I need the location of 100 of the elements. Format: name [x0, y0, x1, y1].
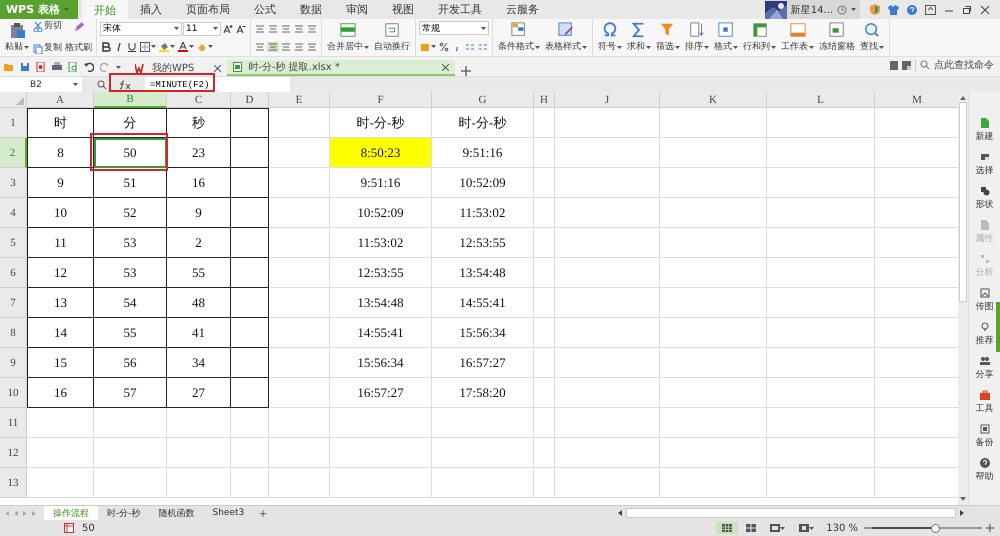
- table-cell[interactable]: [231, 258, 269, 288]
- rows-columns-button[interactable]: 行和列: [741, 21, 778, 54]
- distribute-icon[interactable]: [306, 42, 318, 52]
- menu-tab[interactable]: 数据: [288, 0, 334, 19]
- sort-button[interactable]: 排序: [683, 21, 711, 54]
- borders-icon[interactable]: [139, 42, 157, 52]
- side-panel-button[interactable]: 工具: [976, 390, 994, 415]
- table-cell[interactable]: 16:57:27: [330, 378, 432, 408]
- vertical-scrollbar[interactable]: [958, 92, 968, 505]
- formula-field[interactable]: =MINUTE(F2): [145, 77, 290, 92]
- table-cell[interactable]: 9: [167, 198, 231, 228]
- increase-decimal-icon[interactable]: [464, 42, 476, 52]
- table-cell[interactable]: 9: [27, 168, 94, 198]
- redo-icon[interactable]: [100, 62, 110, 72]
- table-cell[interactable]: [231, 318, 269, 348]
- table-cell[interactable]: 10:52:09: [330, 198, 432, 228]
- scroll-up-icon[interactable]: [960, 96, 966, 100]
- row-header[interactable]: 5: [0, 228, 27, 258]
- zoom-in-icon[interactable]: [986, 524, 994, 532]
- side-panel-button[interactable]: 分享: [976, 356, 994, 381]
- table-cell[interactable]: 54: [94, 288, 167, 318]
- save-icon[interactable]: [20, 62, 30, 72]
- currency-icon[interactable]: [419, 42, 437, 52]
- table-cell[interactable]: 15:56:34: [330, 348, 432, 378]
- table-brush-button[interactable]: 表格样式: [543, 21, 589, 54]
- sheet-tab[interactable]: Sheet3: [204, 506, 254, 520]
- format-painter-button[interactable]: 格式刷: [64, 43, 93, 54]
- table-cell[interactable]: 53: [94, 258, 167, 288]
- menu-tab[interactable]: 开发工具: [426, 0, 494, 19]
- row-header[interactable]: 8: [0, 318, 27, 348]
- fill-color-icon[interactable]: [158, 42, 176, 52]
- table-cell[interactable]: 分: [94, 108, 167, 138]
- chart-small-icon[interactable]: [902, 60, 911, 70]
- side-panel-button[interactable]: 新建: [976, 118, 994, 143]
- side-panel-button[interactable]: 推荐: [976, 322, 994, 347]
- table-cell[interactable]: 时-分-秒: [432, 108, 534, 138]
- side-panel-button[interactable]: 帮助: [976, 458, 994, 483]
- table-cell[interactable]: 时: [27, 108, 94, 138]
- row-header[interactable]: 4: [0, 198, 27, 228]
- menu-tab[interactable]: 云服务: [494, 0, 551, 19]
- add-sheet-button[interactable]: +: [253, 506, 273, 520]
- menu-tab[interactable]: 审阅: [334, 0, 380, 19]
- table-cell[interactable]: 11:53:02: [330, 228, 432, 258]
- table-cell[interactable]: 41: [167, 318, 231, 348]
- side-panel-button[interactable]: 形状: [976, 186, 994, 211]
- print-icon[interactable]: [52, 62, 62, 72]
- clear-format-icon[interactable]: [196, 42, 214, 52]
- document-icon[interactable]: [890, 60, 898, 70]
- table-cell[interactable]: 8: [27, 138, 94, 168]
- cut-button[interactable]: 剪切: [32, 21, 63, 32]
- magnifier-button[interactable]: 查找: [858, 21, 886, 54]
- table-cell[interactable]: 12:53:55: [330, 258, 432, 288]
- table-cell[interactable]: 55: [167, 258, 231, 288]
- decrease-decimal-icon[interactable]: [477, 42, 489, 52]
- table-cell[interactable]: 14:55:41: [432, 288, 534, 318]
- side-panel-button[interactable]: 选择: [976, 152, 994, 177]
- table-cell[interactable]: 51: [94, 168, 167, 198]
- table-cell[interactable]: 15:56:34: [432, 318, 534, 348]
- sheet-tab[interactable]: 随机函数: [150, 506, 204, 520]
- table-cell[interactable]: 13: [27, 288, 94, 318]
- row-header[interactable]: 12: [0, 438, 27, 468]
- document-tab[interactable]: 我的WPS: [129, 60, 228, 76]
- table-cell[interactable]: [231, 138, 269, 168]
- table-cell[interactable]: 27: [167, 378, 231, 408]
- underline-icon[interactable]: [126, 42, 138, 52]
- font-color-icon[interactable]: [177, 42, 195, 52]
- side-panel-button[interactable]: 传图: [976, 288, 994, 313]
- zoom-percent[interactable]: 130 %: [826, 522, 858, 534]
- grow-font-button[interactable]: [222, 24, 234, 34]
- column-header[interactable]: K: [660, 92, 767, 108]
- shirt-icon[interactable]: [888, 4, 899, 14]
- column-header[interactable]: C: [167, 92, 231, 108]
- number-format-field[interactable]: 常规: [419, 21, 489, 35]
- close-icon[interactable]: [442, 64, 449, 70]
- table-cell[interactable]: 14:55:41: [330, 318, 432, 348]
- menu-tab[interactable]: 视图: [380, 0, 426, 19]
- justify-icon[interactable]: [293, 42, 305, 52]
- table-cell[interactable]: 57: [94, 378, 167, 408]
- merge-center-button[interactable]: 合并居中: [325, 21, 371, 54]
- sigma-button[interactable]: 求和: [625, 21, 653, 54]
- row-header[interactable]: 11: [0, 408, 27, 438]
- table-cell[interactable]: 52: [94, 198, 167, 228]
- menu-tab[interactable]: 插入: [128, 0, 174, 19]
- highlighted-cell[interactable]: 8:50:23: [330, 138, 432, 168]
- zoom-icon[interactable]: [96, 80, 106, 90]
- table-cell[interactable]: 48: [167, 288, 231, 318]
- column-header[interactable]: L: [767, 92, 875, 108]
- row-header[interactable]: 3: [0, 168, 27, 198]
- percent-icon[interactable]: [438, 42, 450, 52]
- column-header[interactable]: M: [875, 92, 958, 108]
- column-header[interactable]: D: [231, 92, 269, 108]
- align-bottom-icon[interactable]: [280, 24, 292, 34]
- column-header[interactable]: H: [534, 92, 555, 108]
- align-right-icon[interactable]: [280, 42, 292, 52]
- table-cell[interactable]: 9:51:16: [330, 168, 432, 198]
- indent-icon[interactable]: [293, 24, 305, 34]
- column-header[interactable]: F: [330, 92, 432, 108]
- table-cell[interactable]: 50: [94, 138, 167, 168]
- scroll-right-icon[interactable]: [960, 510, 964, 516]
- align-center-icon[interactable]: [267, 42, 279, 52]
